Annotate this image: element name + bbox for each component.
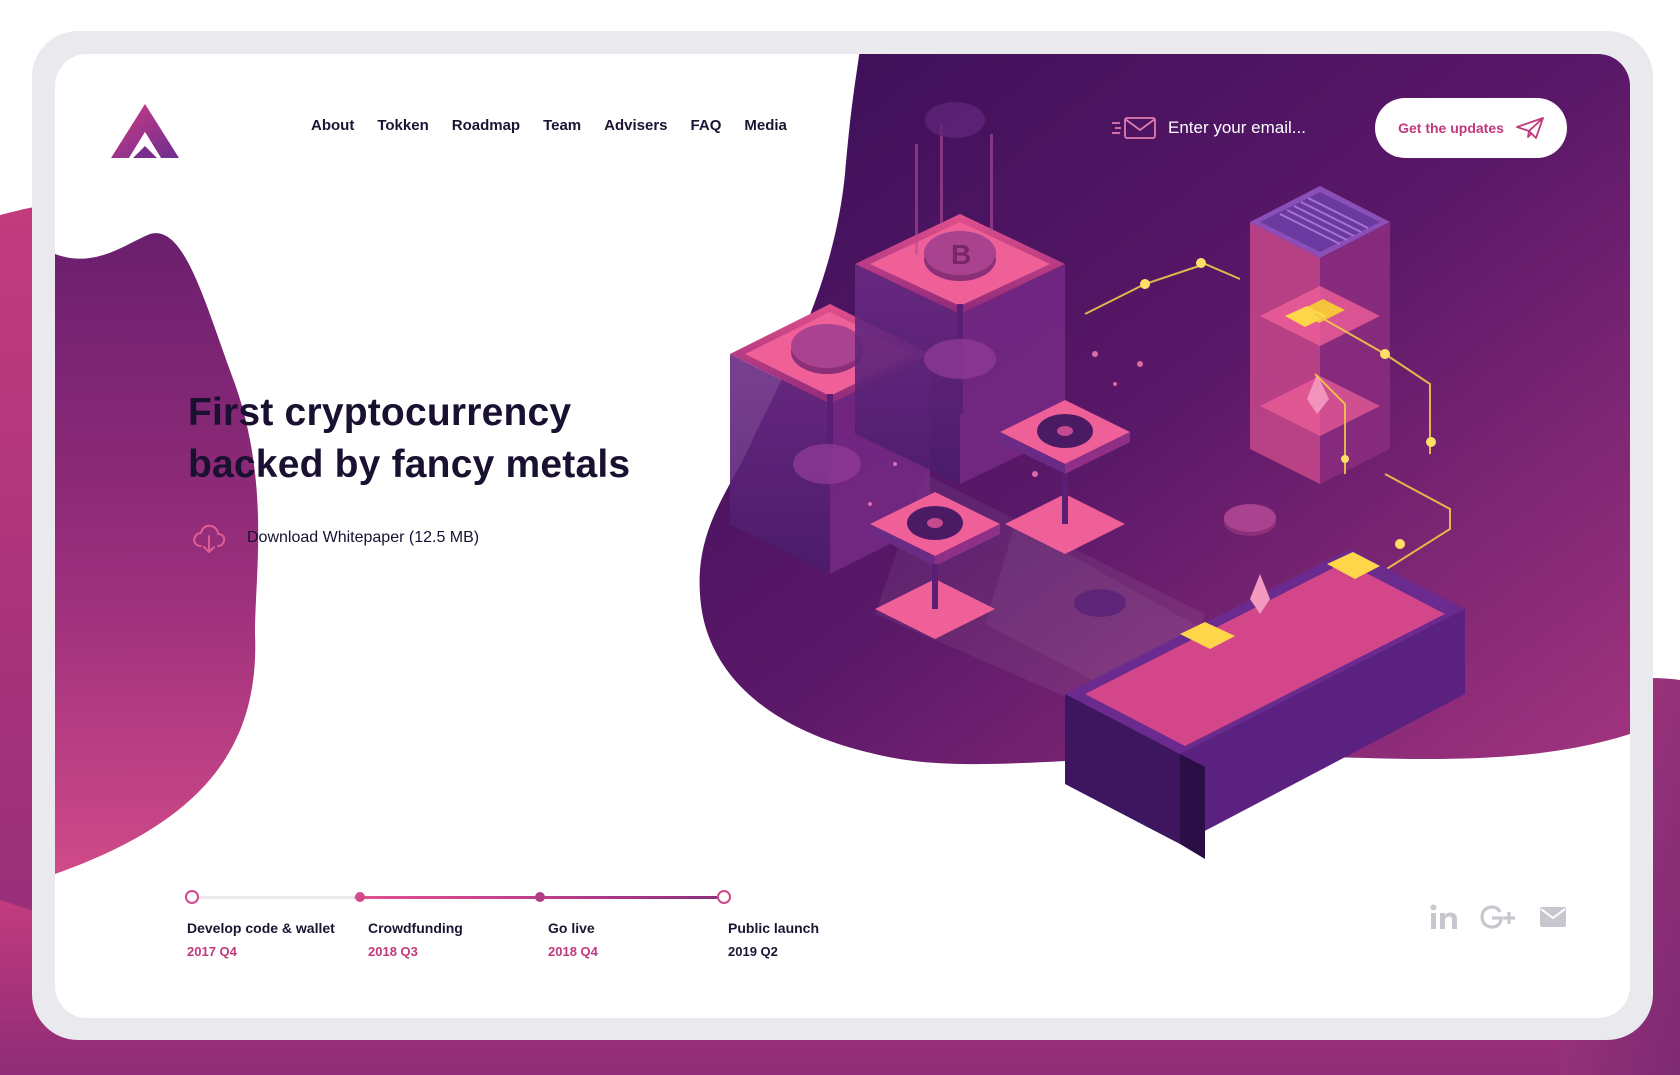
svg-text:B: B	[951, 239, 971, 270]
download-whitepaper-label: Download Whitepaper (12.5 MB)	[247, 529, 480, 546]
timeline-dot-2	[355, 892, 365, 902]
get-updates-label: Get the updates	[1398, 120, 1504, 136]
roadmap-step-date: 2018 Q3	[368, 944, 418, 959]
timeline-dot-4	[717, 890, 731, 904]
roadmap-step-title: Crowdfunding	[368, 920, 463, 936]
nav-item-advisers[interactable]: Advisers	[604, 117, 667, 134]
timeline-track	[192, 896, 727, 899]
roadmap-timeline: Develop code & wallet 2017 Q4 Crowdfundi…	[185, 890, 819, 976]
hero-title-line-1: First cryptocurrency	[188, 391, 572, 434]
roadmap-step-date: 2017 Q4	[187, 944, 237, 959]
paper-plane-icon	[1515, 117, 1544, 139]
timeline-dot-3	[535, 892, 545, 902]
roadmap-step-date: 2019 Q2	[728, 944, 778, 959]
landing-card: B About Tokken Roadmap Team Advisers FAQ…	[55, 54, 1630, 1018]
nav-item-about[interactable]: About	[311, 117, 354, 134]
cloud-download-icon	[193, 524, 226, 553]
hero-title-line-2: backed by fancy metals	[188, 443, 631, 486]
google-plus-icon[interactable]	[1480, 904, 1518, 930]
logo-icon[interactable]	[109, 102, 181, 158]
main-nav: About Tokken Roadmap Team Advisers FAQ M…	[311, 117, 810, 134]
social-links	[1430, 904, 1588, 930]
email-subscribe	[1112, 112, 1342, 144]
envelope-icon	[1112, 117, 1156, 139]
get-updates-button[interactable]: Get the updates	[1375, 98, 1567, 158]
nav-item-media[interactable]: Media	[744, 117, 787, 134]
nav-item-faq[interactable]: FAQ	[691, 117, 722, 134]
timeline-dot-1	[185, 890, 199, 904]
roadmap-step-title: Go live	[548, 920, 595, 936]
roadmap-step: Develop code & wallet 2017 Q4	[187, 920, 357, 959]
linkedin-icon[interactable]	[1430, 904, 1458, 930]
hero-title: First cryptocurrency backed by fancy met…	[188, 387, 708, 491]
mail-icon[interactable]	[1540, 907, 1566, 927]
roadmap-step-title: Develop code & wallet	[187, 920, 335, 936]
roadmap-step: Public launch 2019 Q2	[728, 920, 898, 959]
roadmap-step: Go live 2018 Q4	[548, 920, 718, 959]
roadmap-step-title: Public launch	[728, 920, 820, 936]
nav-item-roadmap[interactable]: Roadmap	[452, 117, 520, 134]
download-whitepaper-link[interactable]: Download Whitepaper (12.5 MB)	[191, 522, 479, 554]
nav-item-team[interactable]: Team	[543, 117, 581, 134]
roadmap-step: Crowdfunding 2018 Q3	[368, 920, 538, 959]
nav-item-tokken[interactable]: Tokken	[377, 117, 428, 134]
roadmap-step-date: 2018 Q4	[548, 944, 598, 959]
email-input[interactable]	[1168, 118, 1338, 138]
